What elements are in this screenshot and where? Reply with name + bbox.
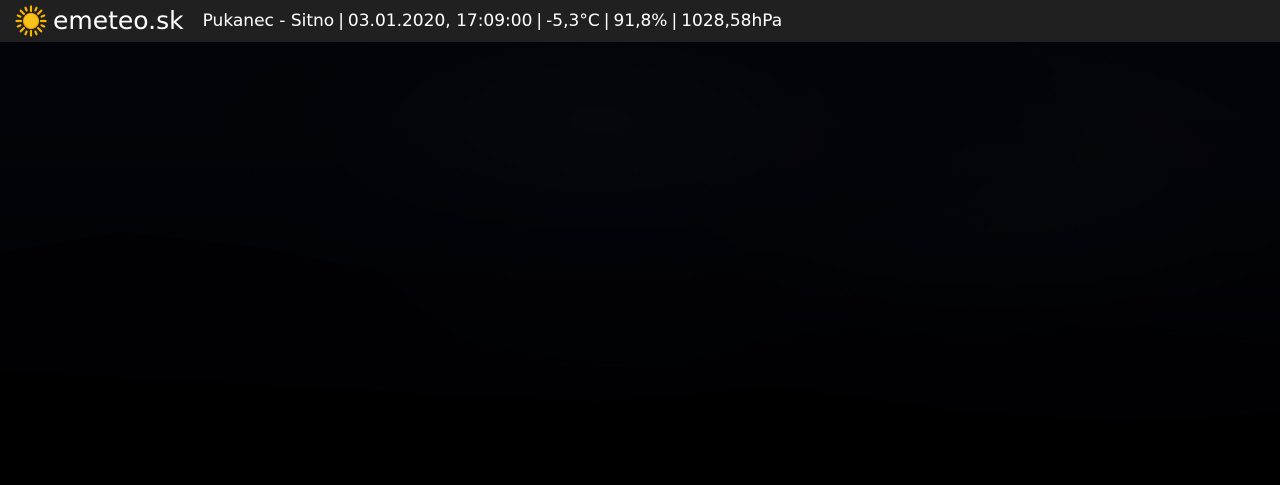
sun-icon bbox=[15, 5, 47, 37]
webcam-viewer: emeteo.sk Pukanec - Sitno | 03.01.2020, 17… bbox=[0, 0, 1280, 485]
night-landscape bbox=[0, 232, 1280, 485]
caption-separator: | bbox=[338, 11, 344, 31]
caption-separator: | bbox=[671, 11, 678, 31]
humidity-label: 91,8% bbox=[613, 11, 668, 31]
location-label: Pukanec - Sitno bbox=[202, 11, 335, 31]
webcam-image bbox=[0, 42, 1280, 485]
top-bar: emeteo.sk Pukanec - Sitno | 03.01.2020, 17… bbox=[0, 0, 1280, 42]
brand-logo[interactable]: emeteo.sk bbox=[15, 0, 184, 42]
caption-separator: | bbox=[536, 11, 543, 31]
datetime-label: 03.01.2020, 17:09:00 bbox=[347, 11, 533, 31]
caption-separator: | bbox=[603, 11, 610, 31]
brand-name: emeteo.sk bbox=[53, 6, 184, 35]
webcam-caption: Pukanec - Sitno | 03.01.2020, 17:09:00 | -5,… bbox=[203, 0, 783, 42]
temperature-label: -5,3°C bbox=[546, 11, 600, 31]
pressure-label: 1028,58hPa bbox=[681, 11, 783, 31]
